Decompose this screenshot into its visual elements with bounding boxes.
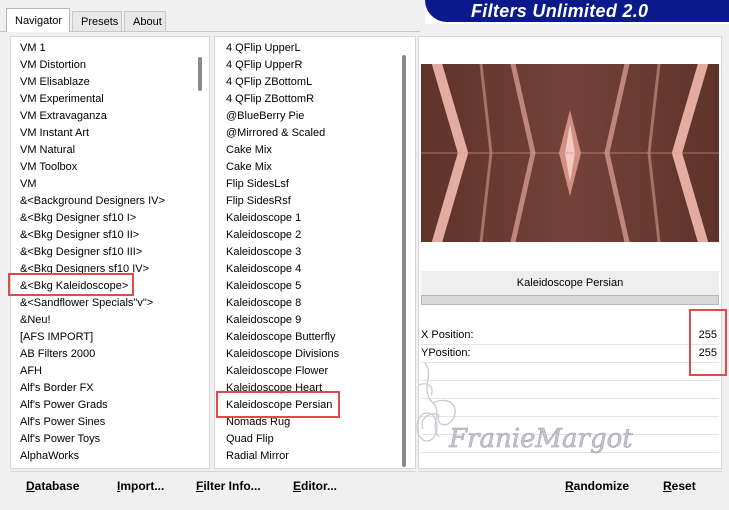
filter-info-button[interactable]: Filter Info... [196,478,261,494]
app-title: Filters Unlimited 2.0 [471,1,649,21]
category-list-item[interactable]: &<Bkg Designer sf10 II> [11,227,139,244]
category-list-item[interactable]: AB Filters 2000 [11,346,95,363]
category-list-item[interactable]: AFH [11,363,42,380]
filter-list-item[interactable]: 4 QFlip UpperR [215,57,302,74]
category-list-item[interactable]: VM Elisablaze [11,74,90,91]
category-list-item[interactable]: VM Distortion [11,57,86,74]
filter-list-item[interactable]: Flip SidesLsf [215,176,289,193]
param-divider [421,344,719,345]
filter-list-item[interactable]: Kaleidoscope 8 [215,295,301,312]
randomize-button[interactable]: Randomize [565,478,629,494]
filter-list-item[interactable]: Kaleidoscope 3 [215,244,301,261]
param-label-x: X Position: [421,329,474,341]
filter-list-item[interactable]: Quad Flip [215,431,274,448]
category-list-item[interactable]: &<Sandflower Specials"v"> [11,295,153,312]
filter-highlight-box [216,391,340,418]
watermark-text: FranieMargot [448,424,633,454]
category-list-item[interactable]: Alf's Power Sines [11,414,105,431]
filter-list-item[interactable]: Flip SidesRsf [215,193,291,210]
filter-list-item[interactable]: Cake Mix [215,159,272,176]
category-list-item[interactable]: VM Natural [11,142,75,159]
import-button[interactable]: Import... [117,478,164,494]
category-list-item[interactable]: VM Extravaganza [11,108,107,125]
filter-list-item[interactable]: Kaleidoscope 4 [215,261,301,278]
filter-list-item[interactable]: Kaleidoscope 9 [215,312,301,329]
filter-list-item[interactable]: 4 QFlip ZBottomL [215,74,312,91]
category-list-item[interactable]: VM Experimental [11,91,104,108]
category-highlight-box [8,273,134,296]
filter-list-item[interactable]: Radial Mirror [215,448,289,465]
preview-image [421,64,719,242]
tab-navigator[interactable]: Navigator [6,8,70,32]
filter-name-label: Kaleidoscope Persian [421,271,719,295]
filter-list-item[interactable]: Kaleidoscope 2 [215,227,301,244]
param-values-highlight-box [689,309,727,376]
filter-list-item[interactable]: @BlueBerry Pie [215,108,304,125]
database-button[interactable]: Database [26,478,79,494]
category-list-item[interactable]: VM 1 [11,40,46,57]
tab-presets[interactable]: Presets [72,11,122,31]
filter-list-item[interactable]: @Mirrored & Scaled [215,125,325,142]
category-scrollbar[interactable] [198,57,202,91]
filter-list-item[interactable]: Kaleidoscope Divisions [215,346,339,363]
category-list-item[interactable]: [AFS IMPORT] [11,329,93,346]
filter-list-item[interactable]: Kaleidoscope Flower [215,363,328,380]
app-banner: Filters Unlimited 2.0 [425,0,729,24]
parameter-slider[interactable] [421,295,719,305]
category-list-item[interactable]: Alf's Power Toys [11,431,100,448]
watermark-logo: FranieMargot [405,355,635,465]
filter-list-item[interactable]: 4 QFlip ZBottomR [215,91,314,108]
editor-button[interactable]: Editor... [293,478,337,494]
category-list-item[interactable]: &<Bkg Designer sf10 I> [11,210,136,227]
filter-list-item[interactable]: Kaleidoscope 5 [215,278,301,295]
param-row-x[interactable]: X Position: 255 [421,326,719,344]
category-list-item[interactable]: &Neu! [11,312,51,329]
category-list-item[interactable]: Alf's Border FX [11,380,94,397]
category-list-item[interactable]: VM Toolbox [11,159,77,176]
category-list-item[interactable]: &<Bkg Designer sf10 III> [11,244,142,261]
reset-button[interactable]: Reset [663,478,696,494]
filter-list-item[interactable]: Cake Mix [215,142,272,159]
filter-list-item[interactable]: Kaleidoscope Butterfly [215,329,335,346]
category-list[interactable]: VM 1 VM Distortion VM Elisablaze VM Experim… [10,36,210,469]
category-list-item[interactable]: &<Background Designers IV> [11,193,165,210]
category-list-item[interactable]: AlphaWorks [11,448,79,465]
filter-list-item[interactable]: 4 QFlip UpperL [215,40,301,57]
category-list-item[interactable]: VM Instant Art [11,125,89,142]
tab-about[interactable]: About [124,11,166,31]
category-list-item[interactable]: Alf's Power Grads [11,397,108,414]
category-list-item[interactable]: VM [11,176,37,193]
filter-list-item[interactable]: Kaleidoscope 1 [215,210,301,227]
